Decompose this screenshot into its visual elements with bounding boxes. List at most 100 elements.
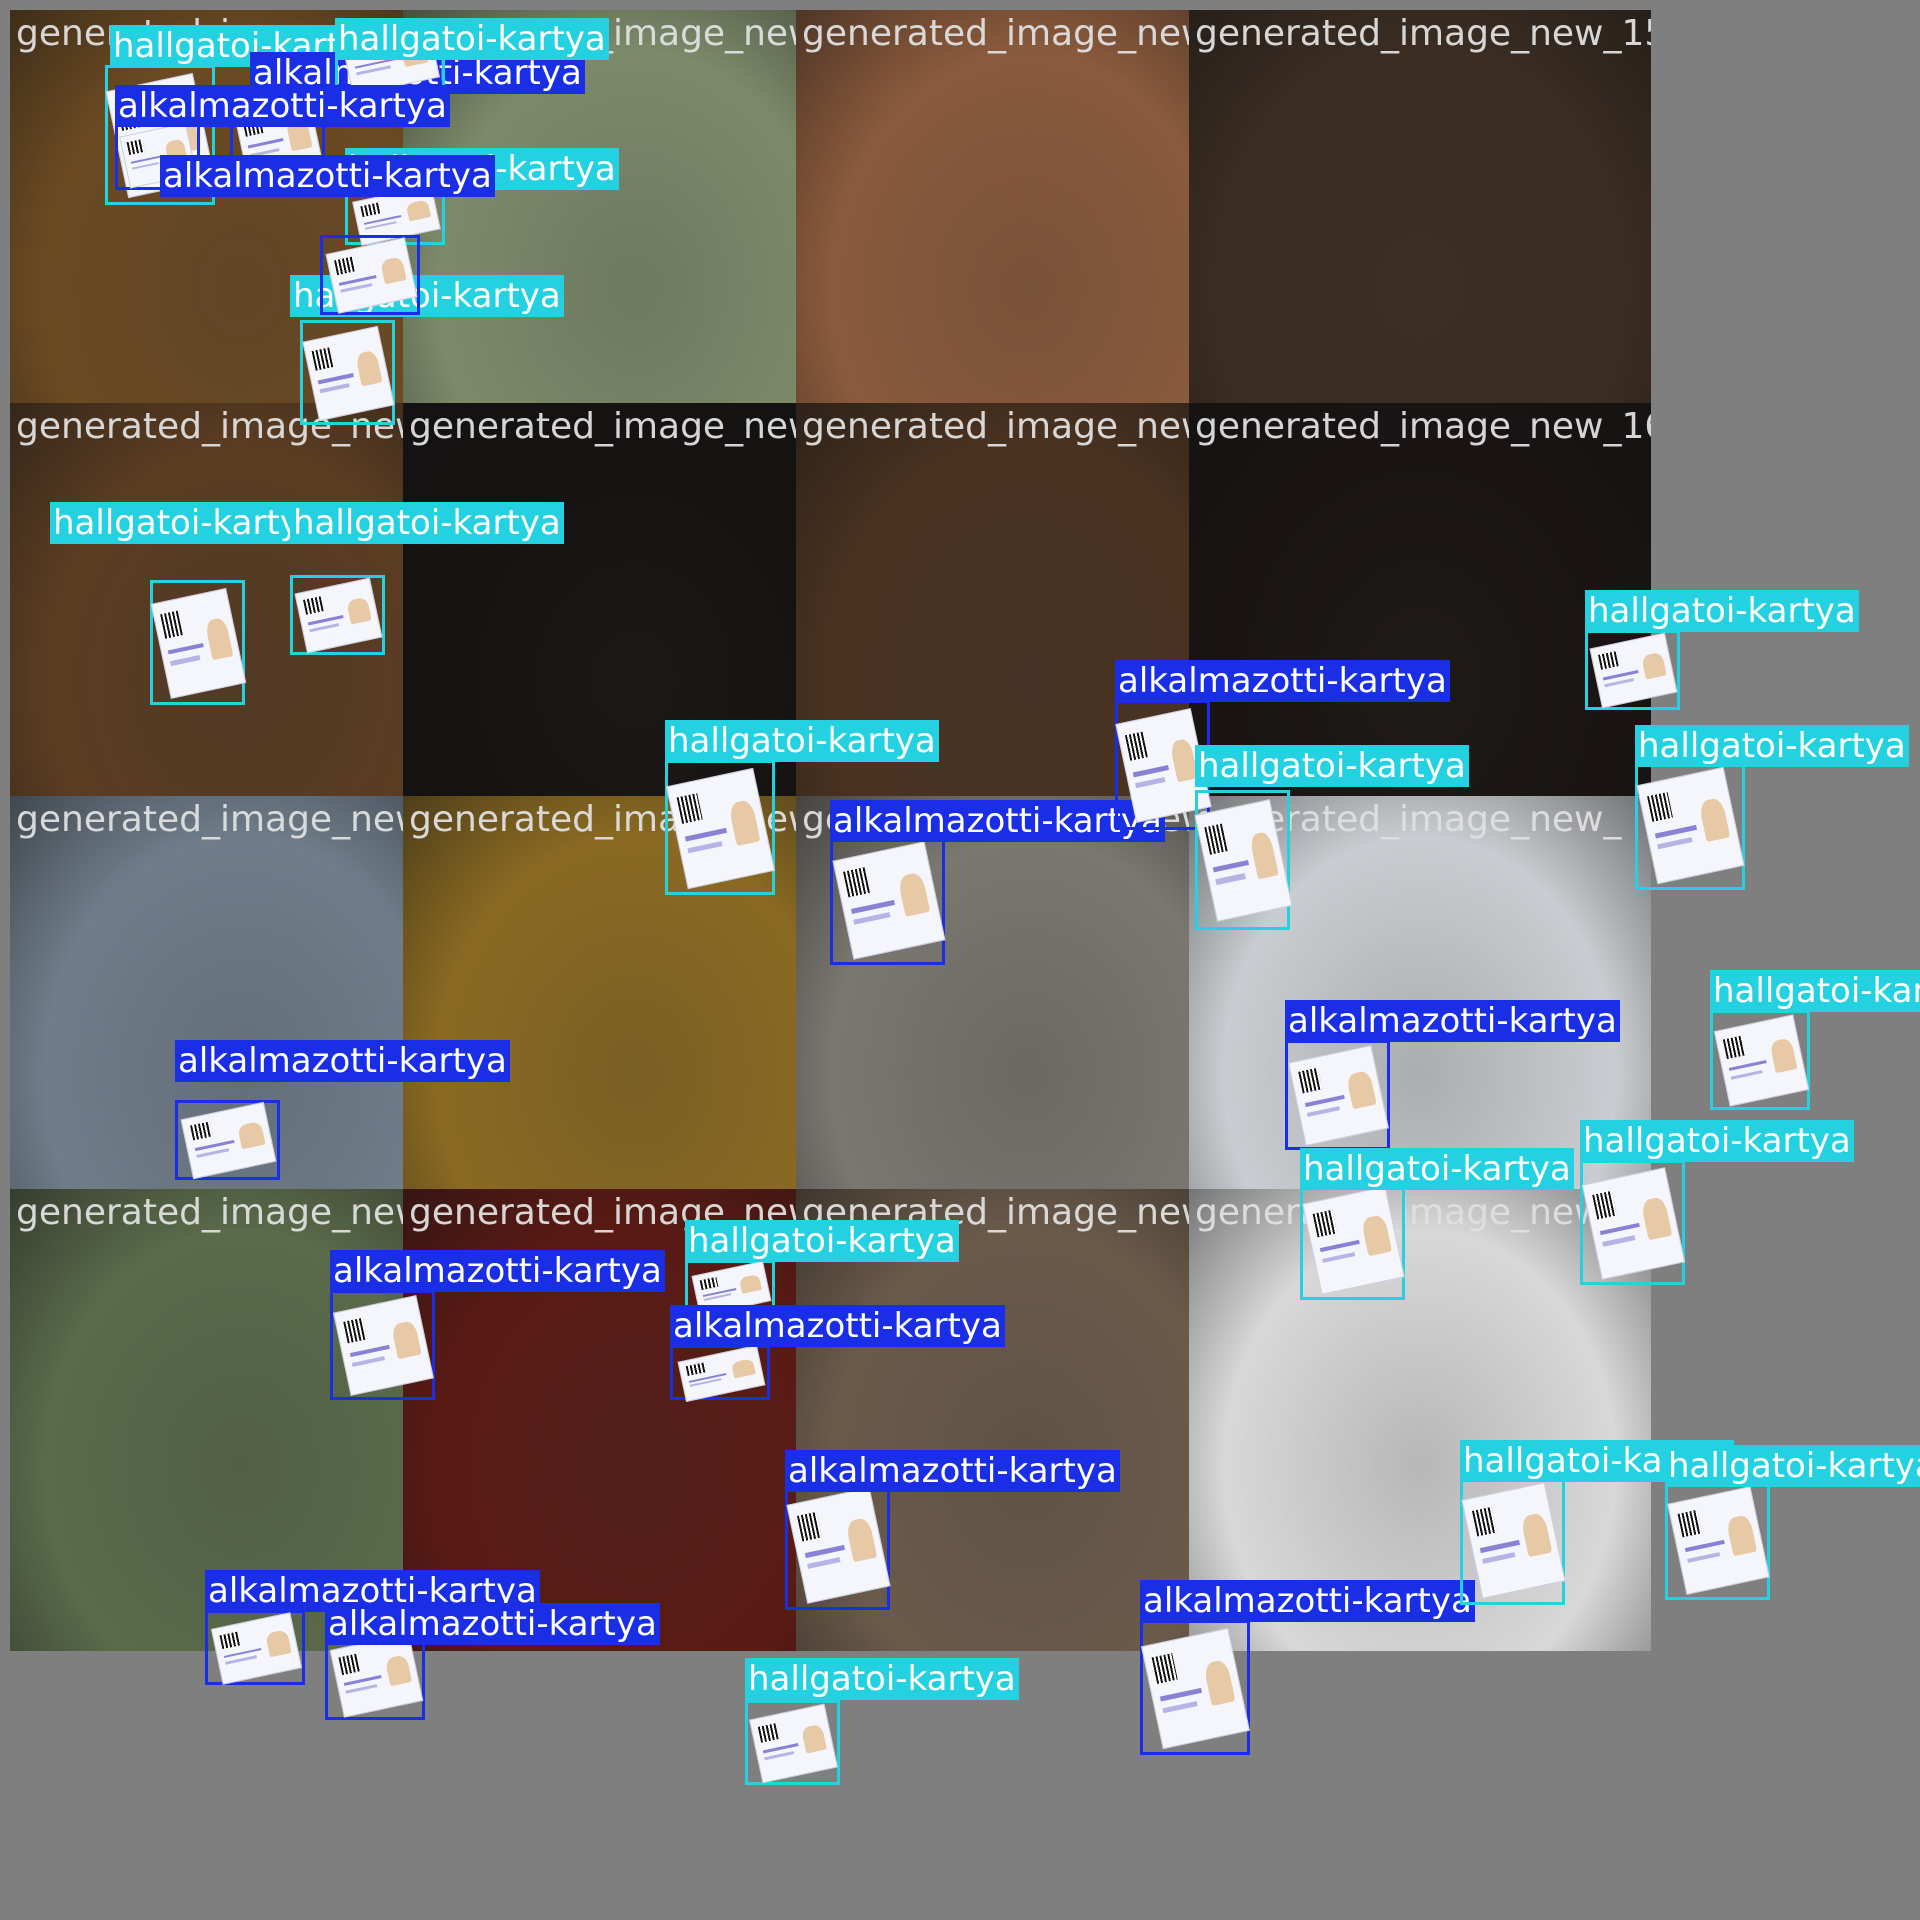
detection-label: alkalmazotti-kartya bbox=[175, 1040, 510, 1082]
portrait bbox=[1725, 1514, 1757, 1557]
id-card bbox=[1287, 1045, 1389, 1147]
card-line bbox=[1657, 837, 1693, 851]
id-card bbox=[786, 1487, 891, 1605]
card-line bbox=[340, 283, 372, 293]
barcode bbox=[333, 256, 356, 276]
detection-box bbox=[1635, 760, 1746, 890]
portrait bbox=[1768, 1037, 1797, 1074]
id-card bbox=[1141, 1627, 1251, 1750]
detection-box bbox=[665, 760, 776, 895]
detection-label: hallgatoi-kartya bbox=[290, 502, 564, 544]
portrait bbox=[1698, 797, 1732, 843]
barcode bbox=[1204, 823, 1228, 855]
card-line bbox=[309, 623, 340, 633]
portrait bbox=[800, 1723, 827, 1754]
barcode bbox=[1471, 1507, 1497, 1537]
portrait bbox=[355, 349, 383, 387]
barcode bbox=[127, 139, 146, 156]
portrait bbox=[237, 1120, 266, 1151]
id-card bbox=[1667, 1486, 1770, 1596]
card-line bbox=[1481, 1552, 1516, 1565]
id-card bbox=[294, 578, 383, 654]
card-line bbox=[1601, 1235, 1636, 1247]
barcode bbox=[160, 610, 183, 639]
detection-label: alkalmazotti-kartya bbox=[325, 1603, 660, 1645]
detection-box bbox=[150, 580, 247, 705]
card-line bbox=[1135, 777, 1166, 789]
id-card bbox=[1589, 633, 1678, 709]
detection-box bbox=[670, 1344, 770, 1403]
id-card bbox=[832, 841, 945, 961]
detection-box bbox=[175, 1100, 280, 1180]
card-line bbox=[319, 383, 350, 394]
barcode bbox=[360, 202, 381, 218]
barcode bbox=[1124, 731, 1148, 761]
detection-label: alkalmazotti-kartya bbox=[785, 1450, 1120, 1492]
detection-box bbox=[830, 835, 945, 965]
detection-box bbox=[1194, 790, 1293, 930]
tile-filename: generated_image_new_ bbox=[802, 13, 1229, 54]
barcode bbox=[311, 346, 334, 371]
portrait bbox=[1248, 831, 1279, 880]
detection-box bbox=[745, 1700, 840, 1785]
portrait bbox=[1640, 1195, 1672, 1240]
card-line bbox=[351, 1356, 385, 1368]
id-card bbox=[325, 237, 417, 315]
barcode bbox=[338, 1653, 361, 1675]
barcode bbox=[796, 1512, 822, 1542]
id-card bbox=[332, 1295, 434, 1397]
barcode bbox=[1677, 1510, 1702, 1538]
id-card bbox=[1302, 1186, 1405, 1296]
detection-box bbox=[1140, 1620, 1251, 1755]
barcode bbox=[219, 1630, 241, 1649]
id-card bbox=[749, 1703, 838, 1784]
portrait bbox=[264, 1629, 291, 1657]
barcode bbox=[676, 793, 704, 824]
detection-label: hallgatoi-kartya bbox=[1585, 590, 1859, 632]
detection-label: alkalmazotti-kartya bbox=[1285, 1000, 1620, 1042]
detection-box bbox=[1710, 1010, 1810, 1110]
card-line bbox=[1215, 873, 1246, 886]
card-line bbox=[345, 1684, 377, 1695]
tile-filename: generated_image_new_157 bbox=[1195, 13, 1651, 54]
barcode bbox=[189, 1122, 213, 1142]
portrait bbox=[391, 1320, 422, 1360]
detection-label: hallgatoi-kartya bbox=[685, 1220, 959, 1262]
id-card bbox=[180, 1102, 277, 1180]
card-line bbox=[687, 840, 723, 854]
portrait bbox=[1203, 1658, 1237, 1707]
portrait bbox=[1360, 1214, 1392, 1257]
barcode bbox=[1297, 1068, 1322, 1094]
card-line bbox=[806, 1557, 841, 1570]
detection-label: alkalmazotti-kartya bbox=[670, 1305, 1005, 1347]
detection-label: hallgatoi-kartya bbox=[335, 18, 609, 60]
card-line bbox=[1306, 1106, 1340, 1118]
detection-label: hallgatoi-kartya bbox=[1635, 725, 1909, 767]
card-line bbox=[853, 913, 891, 926]
detection-label: hallgatoi-kartya bbox=[665, 720, 939, 762]
detection-box bbox=[785, 1480, 891, 1610]
detection-label: hallgatoi-kartya bbox=[1665, 1445, 1920, 1487]
detection-box bbox=[330, 1290, 435, 1400]
id-card bbox=[677, 1344, 765, 1403]
id-card bbox=[329, 1633, 423, 1719]
barcode bbox=[1598, 651, 1619, 671]
portrait bbox=[1641, 651, 1667, 681]
portrait bbox=[738, 1273, 762, 1295]
detection-label: hallgatoi-kartya bbox=[1195, 745, 1469, 787]
portrait bbox=[1520, 1512, 1552, 1558]
portrait bbox=[730, 1358, 756, 1379]
id-card bbox=[1713, 1014, 1809, 1108]
barcode bbox=[303, 596, 324, 616]
id-card bbox=[1636, 767, 1746, 885]
detection-box bbox=[300, 320, 395, 425]
id-card bbox=[210, 1612, 302, 1685]
detection-box bbox=[205, 1610, 305, 1685]
id-card bbox=[666, 767, 776, 890]
card-line bbox=[1132, 765, 1169, 778]
detection-box bbox=[1580, 1160, 1686, 1285]
card-line bbox=[195, 1148, 229, 1159]
card-line bbox=[1599, 1222, 1640, 1236]
card-line bbox=[1604, 678, 1635, 688]
detection-box bbox=[1665, 1480, 1770, 1600]
